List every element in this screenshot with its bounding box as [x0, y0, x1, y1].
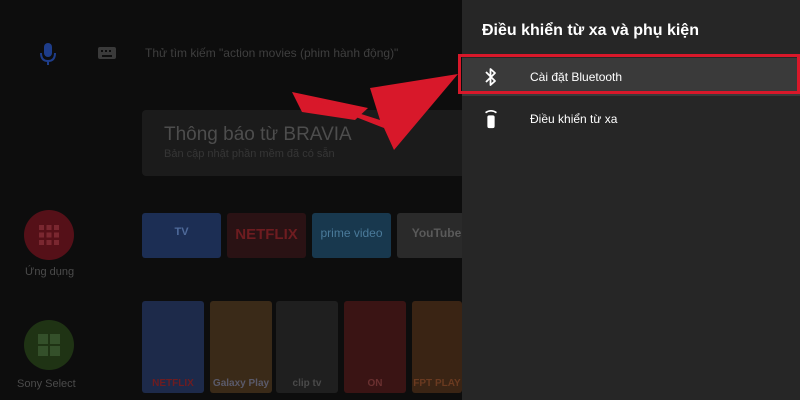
card-label: Galaxy Play: [212, 378, 270, 389]
notification-title: Thông báo từ BRAVIA: [164, 124, 352, 145]
card-label: NETFLIX: [152, 378, 194, 389]
microphone-icon[interactable]: [38, 42, 58, 66]
remote-accessories-panel: Điều khiển từ xa và phụ kiện Cài đặt Blu…: [458, 0, 800, 400]
app-tile-tv[interactable]: TV: [142, 213, 221, 258]
card-label: ON: [367, 378, 383, 389]
apps-label: Ứng dụng: [25, 266, 75, 278]
bluetooth-icon: [485, 68, 496, 86]
content-card[interactable]: FPT PLAY: [412, 301, 462, 393]
sony-select-icon: [38, 334, 60, 356]
app-tile-prime-video[interactable]: prime video: [312, 213, 391, 258]
content-card[interactable]: Galaxy Play: [210, 301, 272, 393]
apps-grid-icon: [39, 225, 59, 245]
app-tile-youtube[interactable]: YouTube: [397, 213, 462, 258]
tile-label: TV: [174, 226, 189, 238]
content-card[interactable]: ON: [344, 301, 406, 393]
tile-label: prime video: [320, 226, 383, 240]
keyboard-icon[interactable]: [97, 45, 117, 61]
notification-subtitle: Bản cập nhật phần mềm đã có sẵn: [164, 148, 335, 160]
tile-label: NETFLIX: [235, 226, 298, 243]
app-tile-netflix[interactable]: NETFLIX: [227, 213, 306, 258]
card-label: clip tv: [292, 378, 322, 389]
menu-item-bluetooth-settings[interactable]: Cài đặt Bluetooth: [458, 54, 800, 96]
sony-select-button[interactable]: [24, 320, 74, 370]
content-card[interactable]: clip tv: [276, 301, 338, 393]
panel-title: Điều khiển từ xa và phụ kiện: [482, 22, 699, 39]
tile-label: YouTube: [411, 226, 462, 240]
home-screen-background: Thử tìm kiếm "action movies (phim hành đ…: [0, 0, 462, 400]
search-placeholder[interactable]: Thử tìm kiếm "action movies (phim hành đ…: [145, 46, 398, 60]
remote-icon: [485, 110, 497, 129]
menu-item-label: Cài đặt Bluetooth: [530, 70, 623, 84]
notification-card[interactable]: Thông báo từ BRAVIA Bản cập nhật phần mề…: [142, 110, 462, 176]
menu-item-label: Điều khiển từ xa: [530, 112, 618, 126]
card-label: FPT PLAY: [413, 378, 461, 389]
content-card[interactable]: NETFLIX: [142, 301, 204, 393]
sony-select-label: Sony Select: [17, 378, 76, 390]
highlight-box: [458, 54, 800, 94]
menu-item-remote-control[interactable]: Điều khiển từ xa: [462, 100, 800, 138]
apps-button[interactable]: [24, 210, 74, 260]
